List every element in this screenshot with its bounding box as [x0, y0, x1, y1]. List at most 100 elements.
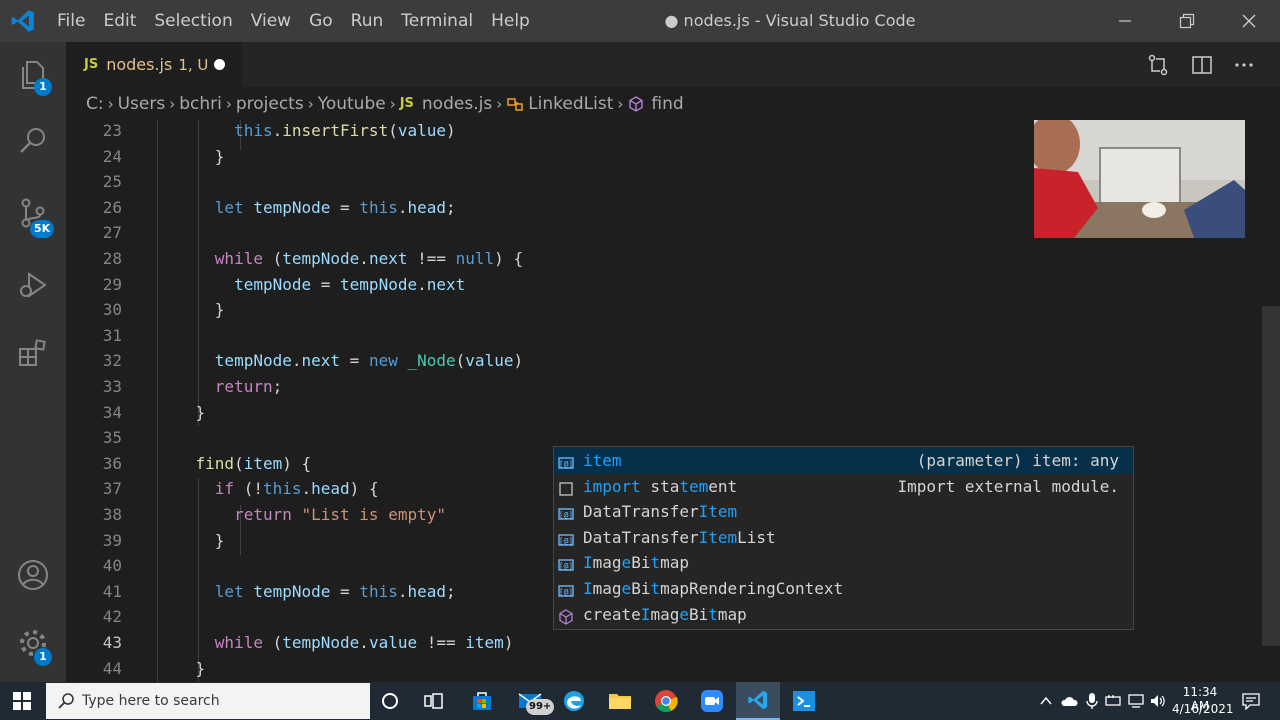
tray-network[interactable]	[1126, 682, 1146, 720]
variable-icon: [@]	[558, 581, 574, 597]
line-number: 28	[102, 249, 122, 268]
line-number: 43	[102, 633, 122, 652]
explorer-button[interactable]: 1	[0, 44, 66, 106]
taskbar-chrome-app[interactable]	[646, 682, 686, 720]
code-line[interactable]: 29 tempNode = tempNode.next	[66, 272, 1266, 298]
line-number: 29	[102, 274, 122, 294]
explorer-badge: 1	[34, 78, 52, 96]
tray-onedrive[interactable]	[1058, 682, 1080, 720]
run-debug-button[interactable]	[0, 254, 66, 316]
menu-terminal[interactable]: Terminal	[392, 0, 482, 42]
manage-button[interactable]: 1	[0, 612, 66, 674]
menu-view[interactable]: View	[242, 0, 300, 42]
vertical-scrollbar[interactable]	[1262, 306, 1280, 646]
webcam-overlay	[1034, 120, 1245, 238]
taskbar-vscode-app[interactable]	[736, 682, 780, 720]
menu-help[interactable]: Help	[482, 0, 539, 42]
taskbar-store-app[interactable]	[462, 682, 502, 720]
line-number: 32	[102, 351, 122, 371]
taskbar-powershell-app[interactable]	[784, 682, 824, 720]
autocomplete-suggestions[interactable]: [@] item (parameter) item: any import state…	[553, 446, 1134, 630]
source-control-button[interactable]: 5K	[0, 182, 66, 244]
tray-microphone[interactable]	[1082, 682, 1102, 720]
svg-text:[@]: [@]	[559, 536, 573, 545]
line-number: 36	[102, 453, 122, 473]
line-number: 24	[102, 146, 122, 166]
close-window-button[interactable]	[1218, 0, 1280, 42]
suggestion-detail: (parameter) item: any	[916, 451, 1119, 470]
taskbar-file-explorer[interactable]	[600, 682, 640, 720]
chevron-right-icon: ›	[496, 94, 503, 113]
unsaved-dot-icon[interactable]	[214, 59, 225, 70]
taskbar-mail-app[interactable]: 99+	[508, 682, 555, 720]
run-debug-icon	[20, 272, 47, 298]
menu-run[interactable]: Run	[342, 0, 393, 42]
split-editor-button[interactable]	[1187, 50, 1217, 80]
tab-label: nodes.js	[106, 55, 173, 74]
git-compare-icon	[1148, 54, 1168, 76]
suggestion-item[interactable]: createImageBitmap	[554, 602, 1133, 628]
more-actions-button[interactable]	[1229, 50, 1259, 80]
suggestion-item[interactable]: [@] ImageBitmapRenderingContext	[554, 576, 1133, 602]
suggestion-item[interactable]: import statement Import external module.	[554, 474, 1133, 500]
breadcrumb-users[interactable]: Users	[118, 94, 166, 114]
code-line[interactable]: 30 }	[66, 297, 1266, 323]
code-text: }	[157, 658, 206, 678]
breadcrumb-folder[interactable]: Youtube	[318, 94, 386, 114]
code-line[interactable]: 28 while (tempNode.next !== null) {	[66, 246, 1266, 272]
tray-battery[interactable]	[1104, 682, 1124, 720]
cortana-button[interactable]	[370, 682, 410, 720]
method-icon	[629, 95, 644, 112]
breadcrumb-user[interactable]: bchri	[179, 94, 222, 114]
suggestion-item[interactable]: [@] ImageBitmap	[554, 550, 1133, 576]
chevron-right-icon: ›	[617, 94, 624, 113]
code-line[interactable]: 34 }	[66, 400, 1266, 426]
start-button[interactable]	[0, 682, 44, 720]
search-view-button[interactable]	[0, 110, 66, 172]
minimize-button[interactable]	[1094, 0, 1156, 42]
restore-button[interactable]	[1156, 0, 1218, 42]
code-line[interactable]: 33 return;	[66, 374, 1266, 400]
breadcrumb-method[interactable]: find	[651, 94, 683, 114]
menu-file[interactable]: File	[48, 0, 94, 42]
code-text: find(item) {	[195, 453, 312, 473]
menu-selection[interactable]: Selection	[145, 0, 241, 42]
breadcrumb-drive[interactable]: C:	[86, 94, 104, 114]
breadcrumb-file[interactable]: nodes.js	[422, 94, 492, 114]
taskbar-search-box[interactable]: Type here to search	[46, 683, 370, 719]
vscode-icon	[748, 690, 768, 710]
chevron-right-icon: ›	[107, 94, 114, 113]
menu-edit[interactable]: Edit	[94, 0, 145, 42]
suggestion-item[interactable]: [@] DataTransferItem	[554, 499, 1133, 525]
breadcrumb-projects[interactable]: projects	[236, 94, 304, 114]
extensions-button[interactable]	[0, 322, 66, 384]
breadcrumb-class[interactable]: LinkedList	[528, 94, 613, 114]
vscode-logo-icon	[11, 10, 34, 32]
code-line[interactable]: 44 }	[66, 656, 1266, 682]
code-line[interactable]: 32 tempNode.next = new _Node(value)	[66, 348, 1266, 374]
task-view-button[interactable]	[414, 682, 454, 720]
open-changes-button[interactable]	[1143, 50, 1173, 80]
menu-go[interactable]: Go	[300, 0, 342, 42]
taskbar-zoom-app[interactable]	[692, 682, 732, 720]
title-bar: File Edit Selection View Go Run Terminal…	[0, 0, 1280, 42]
suggestion-item[interactable]: [@] DataTransferItemList	[554, 525, 1133, 551]
extensions-icon	[19, 339, 46, 366]
code-line[interactable]: 31	[66, 323, 1266, 349]
line-number: 39	[102, 530, 122, 550]
tab-nodes-js[interactable]: JS nodes.js 1, U	[66, 42, 242, 87]
variable-icon: [@]	[558, 555, 574, 572]
code-text: }	[157, 402, 206, 422]
code-line[interactable]: 43 while (tempNode.value !== item)	[66, 630, 1266, 656]
clock-date[interactable]: 4/16/2021	[1172, 702, 1234, 716]
accounts-button[interactable]	[0, 544, 66, 606]
show-hidden-icons-button[interactable]	[1036, 682, 1056, 720]
svg-text:[@]: [@]	[559, 460, 573, 469]
code-text: let tempNode = this.head;	[214, 197, 456, 217]
tray-volume[interactable]	[1148, 682, 1168, 720]
suggestion-label: ImageBitmap	[583, 553, 689, 573]
action-center-button[interactable]	[1236, 682, 1266, 720]
chevron-right-icon: ›	[169, 94, 176, 113]
taskbar-edge-app[interactable]	[554, 682, 594, 720]
suggestion-item[interactable]: [@] item (parameter) item: any	[554, 448, 1133, 474]
